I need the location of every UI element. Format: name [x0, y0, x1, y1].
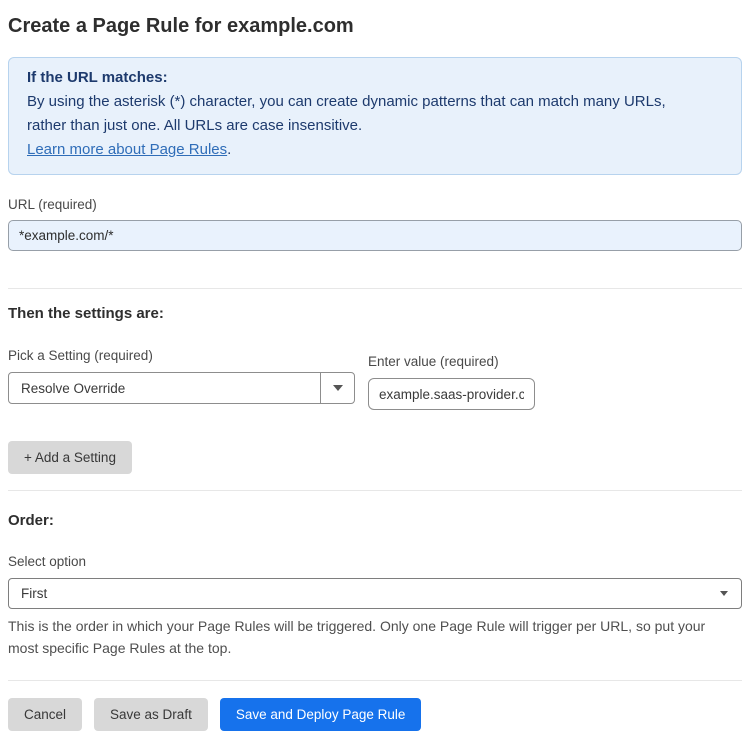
url-input[interactable]: [8, 220, 742, 251]
settings-row: Pick a Setting (required) Resolve Overri…: [8, 347, 742, 410]
order-select-label: Select option: [8, 554, 87, 569]
setting-value-input[interactable]: [368, 378, 535, 410]
order-help-text: This is the order in which your Page Rul…: [8, 615, 742, 659]
url-match-info-box: If the URL matches: By using the asteris…: [8, 57, 742, 175]
chevron-down-icon: [720, 591, 728, 596]
save-and-deploy-button[interactable]: Save and Deploy Page Rule: [219, 698, 422, 731]
setting-picker-column: Pick a Setting (required) Resolve Overri…: [8, 347, 355, 404]
order-section-heading: Order:: [8, 512, 54, 529]
settings-section-heading: Then the settings are:: [8, 305, 164, 322]
info-box-body-line: By using the asterisk (*) character, you…: [27, 93, 666, 110]
setting-dropdown-arrow-segment[interactable]: [320, 373, 354, 403]
order-help-line: This is the order in which your Page Rul…: [8, 618, 706, 634]
page-rule-form: Create a Page Rule for example.com If th…: [0, 13, 750, 731]
chevron-down-icon: [332, 385, 343, 391]
order-help-line: most specific Page Rules at the top.: [8, 640, 232, 656]
info-box-link-row: Learn more about Page Rules.: [27, 138, 723, 162]
order-select-value: First: [21, 586, 48, 601]
link-suffix: .: [227, 141, 232, 158]
info-box-body-line: rather than just one. All URLs are case …: [27, 117, 363, 134]
url-field-label: URL (required): [8, 197, 97, 212]
divider: [8, 680, 742, 681]
info-box-heading: If the URL matches:: [27, 69, 168, 86]
setting-picker-label: Pick a Setting (required): [8, 348, 153, 363]
save-as-draft-button[interactable]: Save as Draft: [94, 698, 208, 731]
order-select-arrow: [720, 591, 741, 596]
learn-more-link[interactable]: Learn more about Page Rules: [27, 141, 227, 158]
add-setting-button[interactable]: + Add a Setting: [8, 441, 132, 474]
divider: [8, 490, 742, 491]
setting-value-label: Enter value (required): [368, 354, 499, 369]
form-actions: Cancel Save as Draft Save and Deploy Pag…: [8, 698, 742, 731]
setting-dropdown-value: Resolve Override: [21, 380, 126, 396]
cancel-button[interactable]: Cancel: [8, 698, 83, 731]
page-title: Create a Page Rule for example.com: [8, 15, 354, 37]
divider: [8, 288, 742, 289]
setting-value-column: Enter value (required): [368, 347, 535, 410]
order-select[interactable]: First: [8, 578, 742, 609]
setting-dropdown[interactable]: Resolve Override: [8, 372, 355, 404]
